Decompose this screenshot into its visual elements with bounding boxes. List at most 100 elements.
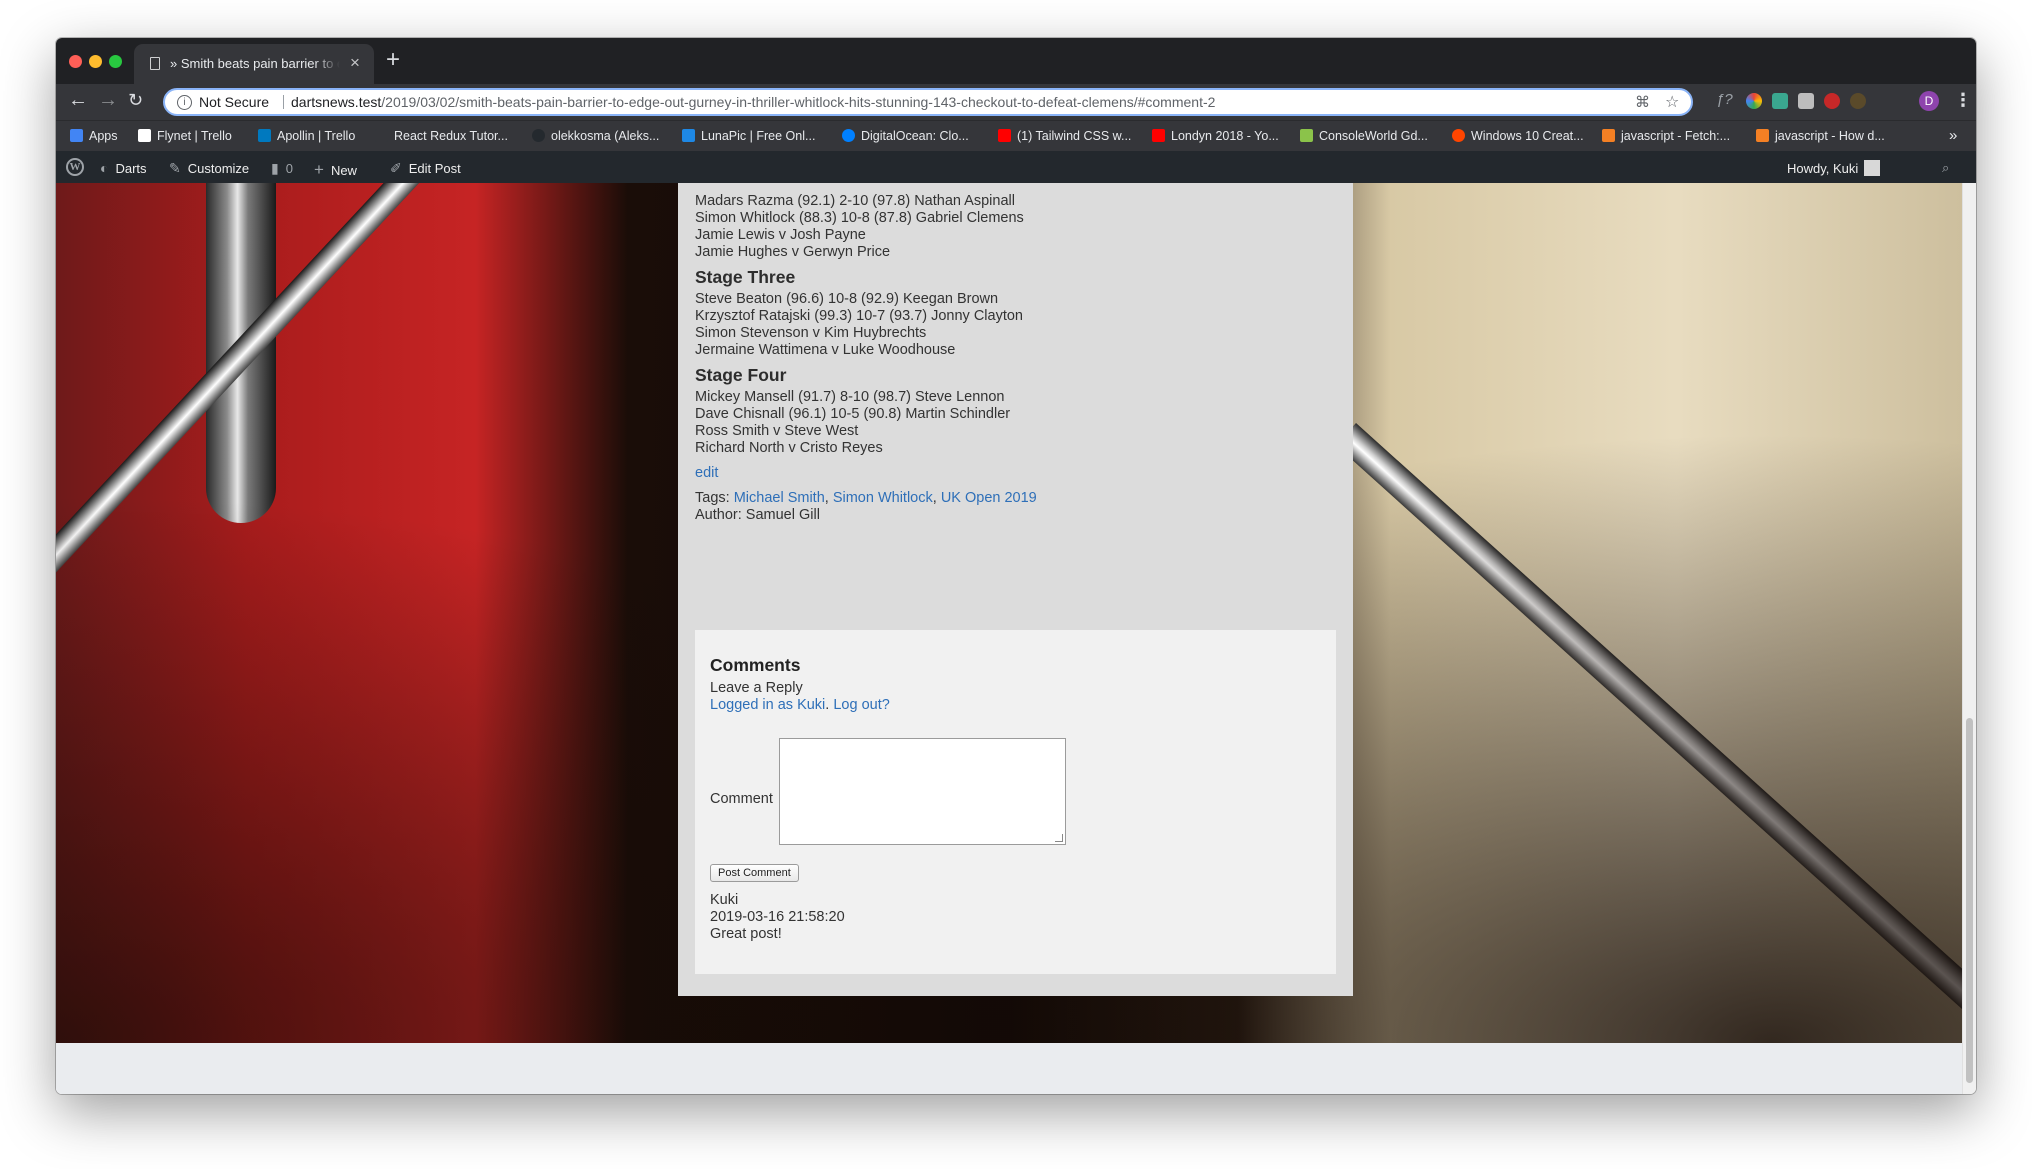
- resize-handle-icon[interactable]: [1055, 834, 1063, 842]
- wordpress-logo-icon[interactable]: W: [66, 158, 84, 176]
- bookmark-item[interactable]: ConsoleWorld Gd...: [1300, 129, 1428, 143]
- s-extension-icon[interactable]: [1772, 93, 1788, 109]
- log-out-link[interactable]: Log out?: [833, 697, 889, 713]
- page-viewport: Madars Razma (92.1) 2-10 (97.8) Nathan A…: [56, 183, 1962, 1094]
- stackoverflow-icon: [1756, 129, 1769, 142]
- bookmark-item[interactable]: LunaPic | Free Onl...: [682, 129, 815, 143]
- comment-author: Kuki: [710, 892, 739, 908]
- digitalocean-icon: [842, 129, 855, 142]
- tag-link[interactable]: Michael Smith: [734, 490, 825, 506]
- comment-textarea[interactable]: [779, 738, 1066, 845]
- forward-arrow-icon[interactable]: →: [98, 89, 118, 112]
- browser-menu-icon[interactable]: ⋮: [1954, 90, 1972, 111]
- comment-bubble-icon: ▮: [271, 160, 279, 176]
- search-icon[interactable]: ⌕: [1942, 160, 1949, 176]
- bookmark-item[interactable]: (1) Tailwind CSS w...: [998, 129, 1131, 143]
- trello-icon: [258, 129, 271, 142]
- bookmark-star-icon[interactable]: ☆: [1665, 92, 1679, 112]
- leave-reply-heading: Leave a Reply: [710, 680, 803, 696]
- bookmark-item[interactable]: Windows 10 Creat...: [1452, 129, 1584, 143]
- result-line: Richard North v Cristo Reyes: [695, 440, 883, 456]
- bookmark-item[interactable]: javascript - Fetch:...: [1602, 129, 1730, 143]
- profile-avatar[interactable]: D: [1919, 91, 1939, 111]
- tag-separator: ,: [824, 490, 833, 506]
- result-line: Simon Whitlock (88.3) 10-8 (87.8) Gabrie…: [695, 210, 1024, 226]
- site-name-link[interactable]: ◐ Darts: [100, 160, 147, 176]
- bookmarks-overflow-icon[interactable]: »: [1949, 127, 1957, 144]
- new-tab-icon[interactable]: +: [386, 46, 400, 74]
- logged-in-line: Logged in as Kuki. Log out?: [710, 697, 890, 713]
- comments-link[interactable]: ▮ 0: [271, 160, 293, 177]
- bookmark-item[interactable]: olekkosma (Aleks...: [532, 129, 659, 143]
- comments-section: Comments Leave a Reply Logged in as Kuki…: [695, 630, 1336, 974]
- tab-strip: » Smith beats pain barrier to edge out G…: [56, 38, 1976, 84]
- customize-link[interactable]: ✎ Customize: [169, 160, 249, 177]
- redux-extension-icon[interactable]: [1850, 93, 1866, 109]
- color-extension-icon[interactable]: [1746, 93, 1762, 109]
- react-icon: [375, 129, 388, 142]
- edit-post-link[interactable]: edit: [695, 465, 718, 481]
- result-line: Ross Smith v Steve West: [695, 423, 859, 439]
- result-line: Krzysztof Ratajski (99.3) 10-7 (93.7) Jo…: [695, 308, 1023, 324]
- bookmark-item[interactable]: javascript - How d...: [1756, 129, 1885, 143]
- bookmark-label: React Redux Tutor...: [394, 129, 508, 143]
- browser-toolbar: ← → ↻ i Not Secure dartsnews.test/2019/0…: [56, 84, 1976, 120]
- youtube-icon: [998, 129, 1011, 142]
- security-label: Not Secure: [199, 94, 270, 110]
- tag-separator: ,: [932, 490, 941, 506]
- grid-extension-icon[interactable]: [1798, 93, 1814, 109]
- page-scrollbar[interactable]: [1962, 183, 1976, 1094]
- ublock-extension-icon[interactable]: [1824, 93, 1840, 109]
- reload-icon[interactable]: ↻: [128, 90, 143, 111]
- article-card: Madars Razma (92.1) 2-10 (97.8) Nathan A…: [678, 183, 1353, 996]
- result-line: Madars Razma (92.1) 2-10 (97.8) Nathan A…: [695, 193, 1015, 209]
- logged-in-link[interactable]: Logged in as Kuki: [710, 697, 825, 713]
- bookmark-label: Flynet | Trello: [157, 129, 232, 143]
- plus-icon: +: [314, 160, 324, 179]
- user-avatar: [1864, 160, 1881, 176]
- info-icon[interactable]: i: [177, 95, 192, 110]
- comment-label: Comment: [710, 791, 773, 807]
- lunapic-icon: [682, 129, 695, 142]
- browser-tab-active[interactable]: » Smith beats pain barrier to edge out G…: [134, 44, 374, 84]
- address-bar[interactable]: i Not Secure dartsnews.test/2019/03/02/s…: [163, 88, 1693, 116]
- stage-heading: Stage Four: [695, 365, 787, 385]
- tab-close-icon[interactable]: ×: [350, 53, 360, 73]
- edit-post-link[interactable]: ✐ Edit Post: [390, 160, 461, 177]
- window-close-button[interactable]: [69, 55, 82, 68]
- edit-post-label: Edit Post: [408, 161, 461, 176]
- bookmark-label: Apollin | Trello: [277, 129, 356, 143]
- result-line: Mickey Mansell (91.7) 8-10 (98.7) Steve …: [695, 389, 1005, 405]
- apps-grid-icon: [70, 129, 83, 142]
- stage-heading: Stage Three: [695, 267, 796, 287]
- back-arrow-icon[interactable]: ←: [68, 89, 88, 112]
- bookmark-item[interactable]: Londyn 2018 - Yo...: [1152, 129, 1279, 143]
- window-minimize-button[interactable]: [89, 55, 102, 68]
- tag-link[interactable]: UK Open 2019: [941, 490, 1037, 506]
- bookmark-label: javascript - Fetch:...: [1621, 129, 1731, 143]
- fx-extension-icon[interactable]: ƒ?: [1716, 91, 1733, 108]
- bookmark-item[interactable]: React Redux Tutor...: [375, 129, 508, 143]
- comment-date: 2019-03-16 21:58:20: [710, 909, 845, 925]
- bookmark-item[interactable]: Apps: [70, 129, 118, 143]
- bookmark-label: LunaPic | Free Onl...: [701, 129, 816, 143]
- bookmark-item[interactable]: Apollin | Trello: [258, 129, 355, 143]
- bookmark-label: javascript - How d...: [1775, 129, 1885, 143]
- bookmark-item[interactable]: DigitalOcean: Clo...: [842, 129, 969, 143]
- bookmark-label: Londyn 2018 - Yo...: [1171, 129, 1279, 143]
- bookmark-label: olekkosma (Aleks...: [551, 129, 660, 143]
- window-maximize-button[interactable]: [109, 55, 122, 68]
- url-text: dartsnews.test/2019/03/02/smith-beats-pa…: [291, 94, 1215, 110]
- omnibox-divider: [283, 95, 284, 109]
- translate-icon[interactable]: ⌘: [1635, 93, 1650, 111]
- scrollbar-thumb[interactable]: [1966, 718, 1973, 1083]
- new-content-link[interactable]: + New: [314, 160, 357, 180]
- account-menu[interactable]: Howdy, Kuki: [1787, 160, 1881, 176]
- bookmark-item[interactable]: Flynet | Trello: [138, 129, 232, 143]
- result-line: Dave Chisnall (96.1) 10-5 (90.8) Martin …: [695, 406, 1011, 422]
- tag-link[interactable]: Simon Whitlock: [833, 490, 933, 506]
- bookmark-label: (1) Tailwind CSS w...: [1017, 129, 1132, 143]
- comment-text: Great post!: [710, 926, 782, 942]
- post-comment-button[interactable]: Post Comment: [710, 864, 799, 882]
- youtube-icon: [1152, 129, 1165, 142]
